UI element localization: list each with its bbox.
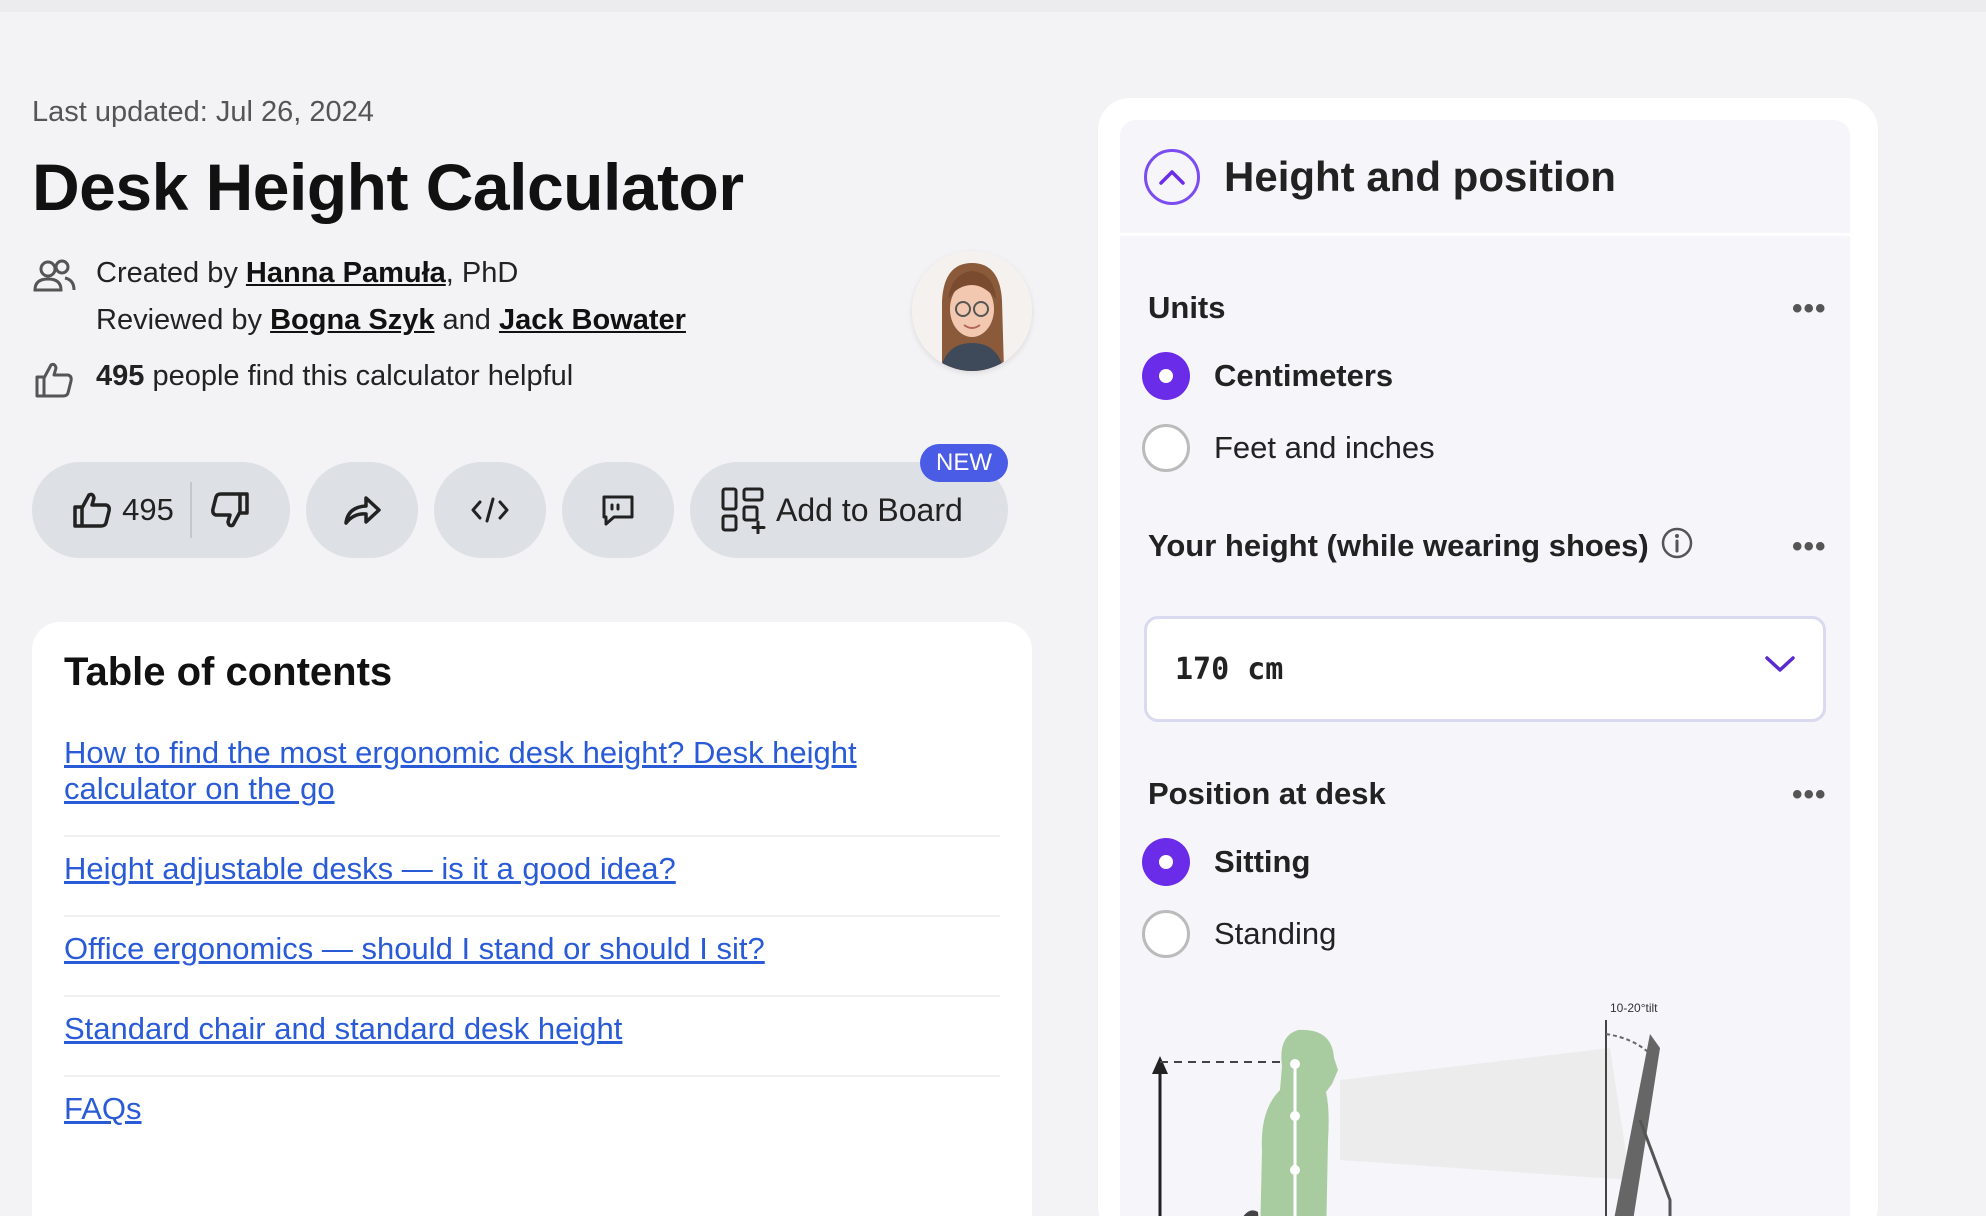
ergonomics-illustration: 10-20°tilt bbox=[1152, 1001, 1672, 1216]
radio-selected-icon bbox=[1142, 352, 1190, 400]
share-icon bbox=[344, 496, 381, 525]
toc-item: Height adjustable desks — is it a good i… bbox=[64, 837, 1000, 917]
reviewed-prefix: Reviewed by bbox=[96, 304, 271, 336]
chevron-up-icon bbox=[1159, 169, 1185, 185]
created-by: Created by Hanna Pamuła, PhD bbox=[96, 257, 518, 290]
add-to-board-label: Add to Board bbox=[776, 491, 963, 528]
author-suffix: , PhD bbox=[445, 257, 519, 289]
author-link[interactable]: Hanna Pamuła bbox=[246, 257, 446, 289]
thumbs-up-icon bbox=[35, 362, 73, 398]
top-bar bbox=[0, 0, 1986, 12]
position-more-button[interactable]: ••• bbox=[1792, 778, 1827, 812]
share-button[interactable] bbox=[306, 462, 418, 558]
created-prefix: Created by bbox=[96, 257, 246, 289]
height-select[interactable]: 170 cm bbox=[1144, 616, 1826, 722]
section-title: Height and position bbox=[1224, 152, 1616, 200]
vote-divider bbox=[189, 482, 192, 538]
avatar-image bbox=[912, 251, 1032, 371]
thumbs-down-icon[interactable] bbox=[210, 491, 250, 529]
position-radio-standing[interactable]: Standing bbox=[1142, 910, 1336, 958]
board-add-icon bbox=[721, 487, 766, 534]
embed-button[interactable] bbox=[434, 462, 546, 558]
comment-button[interactable] bbox=[562, 462, 674, 558]
radio-label: Centimeters bbox=[1214, 358, 1394, 393]
calculator-section: Height and position Units ••• Centimeter… bbox=[1120, 120, 1850, 1216]
toc-item: FAQs bbox=[64, 1077, 1000, 1155]
helpful-text: people find this calculator helpful bbox=[144, 360, 574, 392]
people-icon bbox=[33, 259, 76, 292]
units-radio-centimeters[interactable]: Centimeters bbox=[1142, 352, 1393, 400]
toc-link-adjustable-desks[interactable]: Height adjustable desks — is it a good i… bbox=[64, 851, 676, 887]
position-radio-sitting[interactable]: Sitting bbox=[1142, 838, 1310, 886]
radio-unselected-icon bbox=[1142, 910, 1190, 958]
vote-button-group: 495 bbox=[32, 462, 290, 558]
helpful-count: 495 bbox=[96, 360, 145, 392]
toc-link-ergonomic-height[interactable]: How to find the most ergonomic desk heig… bbox=[64, 735, 964, 807]
new-badge: NEW bbox=[920, 444, 1008, 482]
units-more-button[interactable]: ••• bbox=[1792, 292, 1827, 326]
radio-selected-icon bbox=[1142, 838, 1190, 886]
chevron-down-icon bbox=[1765, 656, 1795, 672]
action-bar: 495 Add to Board bbox=[32, 462, 1032, 558]
comment-icon bbox=[602, 495, 634, 526]
helpful-count-text: 495 people find this calculator helpful bbox=[96, 360, 573, 393]
height-more-button[interactable]: ••• bbox=[1792, 530, 1827, 564]
byline: Created by Hanna Pamuła, PhD Reviewed by… bbox=[32, 251, 1032, 407]
height-label: Your height (while wearing shoes) bbox=[1148, 528, 1649, 563]
toc-link-standard-heights[interactable]: Standard chair and standard desk height bbox=[64, 1011, 622, 1047]
page-title: Desk Height Calculator bbox=[32, 150, 744, 224]
reviewer-link-2[interactable]: Jack Bowater bbox=[499, 304, 686, 336]
table-of-contents: Table of contents How to find the most e… bbox=[32, 622, 1032, 1216]
reviewer-and: and bbox=[434, 304, 499, 336]
radio-unselected-icon bbox=[1142, 424, 1190, 472]
info-icon[interactable] bbox=[1660, 526, 1694, 560]
thumbs-up-icon[interactable] bbox=[72, 491, 112, 529]
position-label: Position at desk bbox=[1148, 776, 1386, 811]
radio-label: Feet and inches bbox=[1214, 430, 1435, 465]
reviewer-link-1[interactable]: Bogna Szyk bbox=[270, 304, 434, 336]
code-icon bbox=[471, 497, 509, 523]
reviewed-by: Reviewed by Bogna Szyk and Jack Bowater bbox=[96, 304, 686, 337]
last-updated: Last updated: Jul 26, 2024 bbox=[32, 96, 374, 128]
author-avatar[interactable] bbox=[912, 251, 1032, 371]
article-header: Last updated: Jul 26, 2024 Desk Height C… bbox=[32, 96, 1032, 407]
collapse-section-button[interactable] bbox=[1144, 148, 1200, 205]
units-radio-feet-inches[interactable]: Feet and inches bbox=[1142, 424, 1435, 472]
units-label: Units bbox=[1148, 290, 1226, 325]
toc-link-stand-or-sit[interactable]: Office ergonomics — should I stand or sh… bbox=[64, 931, 765, 967]
like-count: 495 bbox=[122, 492, 174, 527]
radio-label: Sitting bbox=[1214, 844, 1311, 879]
toc-item: Standard chair and standard desk height bbox=[64, 997, 1000, 1077]
toc-item: Office ergonomics — should I stand or sh… bbox=[64, 917, 1000, 997]
toc-heading: Table of contents bbox=[64, 650, 393, 694]
radio-label: Standing bbox=[1214, 916, 1337, 951]
toc-item: How to find the most ergonomic desk heig… bbox=[64, 721, 1000, 837]
toc-link-faqs[interactable]: FAQs bbox=[64, 1091, 142, 1127]
section-header: Height and position bbox=[1120, 120, 1850, 236]
tilt-label: 10-20°tilt bbox=[1610, 1001, 1658, 1015]
height-value: 170 cm bbox=[1175, 651, 1284, 687]
calculator-panel: Height and position Units ••• Centimeter… bbox=[1098, 98, 1878, 1216]
